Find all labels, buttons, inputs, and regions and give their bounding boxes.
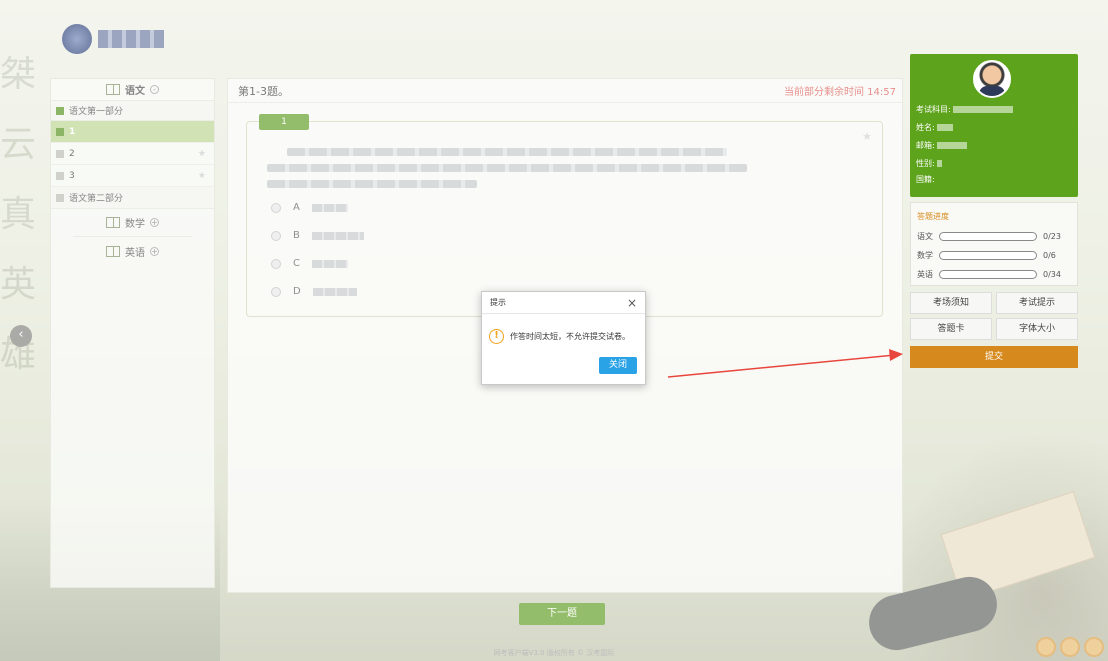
dialog-close-button[interactable]: 关闭 bbox=[599, 357, 637, 374]
warning-icon: ! bbox=[489, 329, 504, 344]
dialog-body: ! 作答时间太短，不允许提交试卷。 bbox=[489, 329, 630, 344]
dialog-message: 作答时间太短，不允许提交试卷。 bbox=[510, 332, 630, 341]
alert-dialog: 提示 × ! 作答时间太短，不允许提交试卷。 关闭 bbox=[481, 291, 646, 385]
dialog-title: 提示 bbox=[490, 298, 506, 307]
dialog-header: 提示 × bbox=[482, 292, 645, 314]
close-icon[interactable]: × bbox=[627, 297, 637, 309]
